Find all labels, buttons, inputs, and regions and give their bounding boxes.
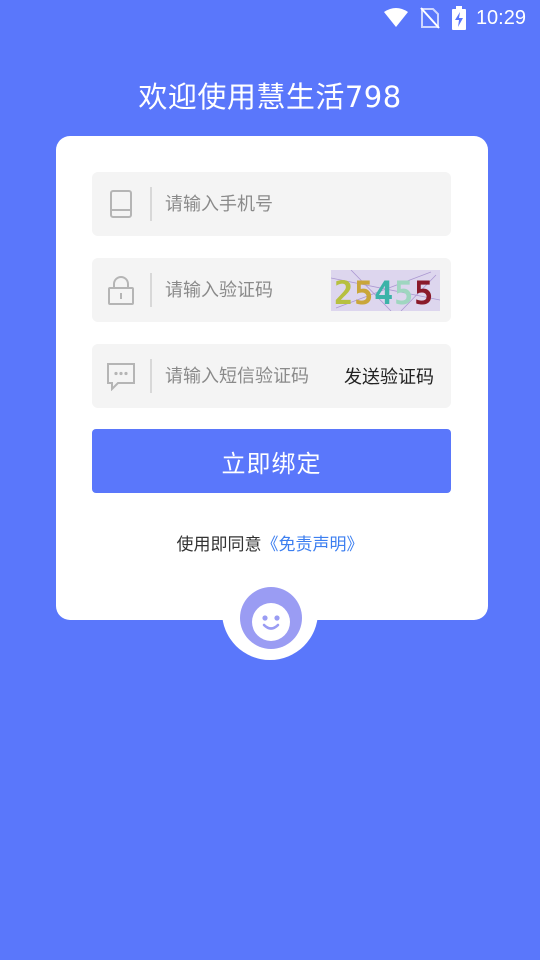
sms-code-input[interactable] <box>165 365 335 387</box>
phone-input[interactable] <box>165 193 335 215</box>
field-divider <box>150 273 152 307</box>
wifi-icon <box>383 8 408 28</box>
phone-icon <box>92 189 150 219</box>
send-code-button[interactable]: 发送验证码 <box>344 344 434 408</box>
phone-field <box>92 172 451 236</box>
disclaimer-link[interactable]: 《免责声明》 <box>262 535 364 555</box>
captcha-char: 5 <box>414 274 433 311</box>
agreement-text: 使用即同意《免责声明》 <box>0 530 540 555</box>
battery-charging-icon <box>451 6 466 30</box>
captcha-field: 25455 <box>92 258 451 322</box>
status-bar: 10:29 <box>0 0 540 36</box>
page-title: 欢迎使用慧生活798 <box>138 80 402 114</box>
bind-button[interactable]: 立即绑定 <box>92 429 451 493</box>
captcha-char: 5 <box>354 274 373 311</box>
lock-icon <box>92 275 150 305</box>
captcha-char: 4 <box>374 274 393 311</box>
avatar <box>240 587 302 649</box>
agreement-prefix: 使用即同意 <box>176 535 262 555</box>
field-divider <box>150 187 152 221</box>
message-icon <box>92 361 150 391</box>
captcha-char: 2 <box>334 274 353 311</box>
status-time: 10:29 <box>475 6 526 29</box>
field-divider <box>150 359 152 393</box>
captcha-char: 5 <box>394 274 413 311</box>
sms-field: 发送验证码 <box>92 344 451 408</box>
captcha-image[interactable]: 25455 <box>331 270 440 311</box>
no-sim-icon <box>420 7 440 29</box>
captcha-input[interactable] <box>165 279 335 301</box>
smiley-icon <box>252 603 290 641</box>
